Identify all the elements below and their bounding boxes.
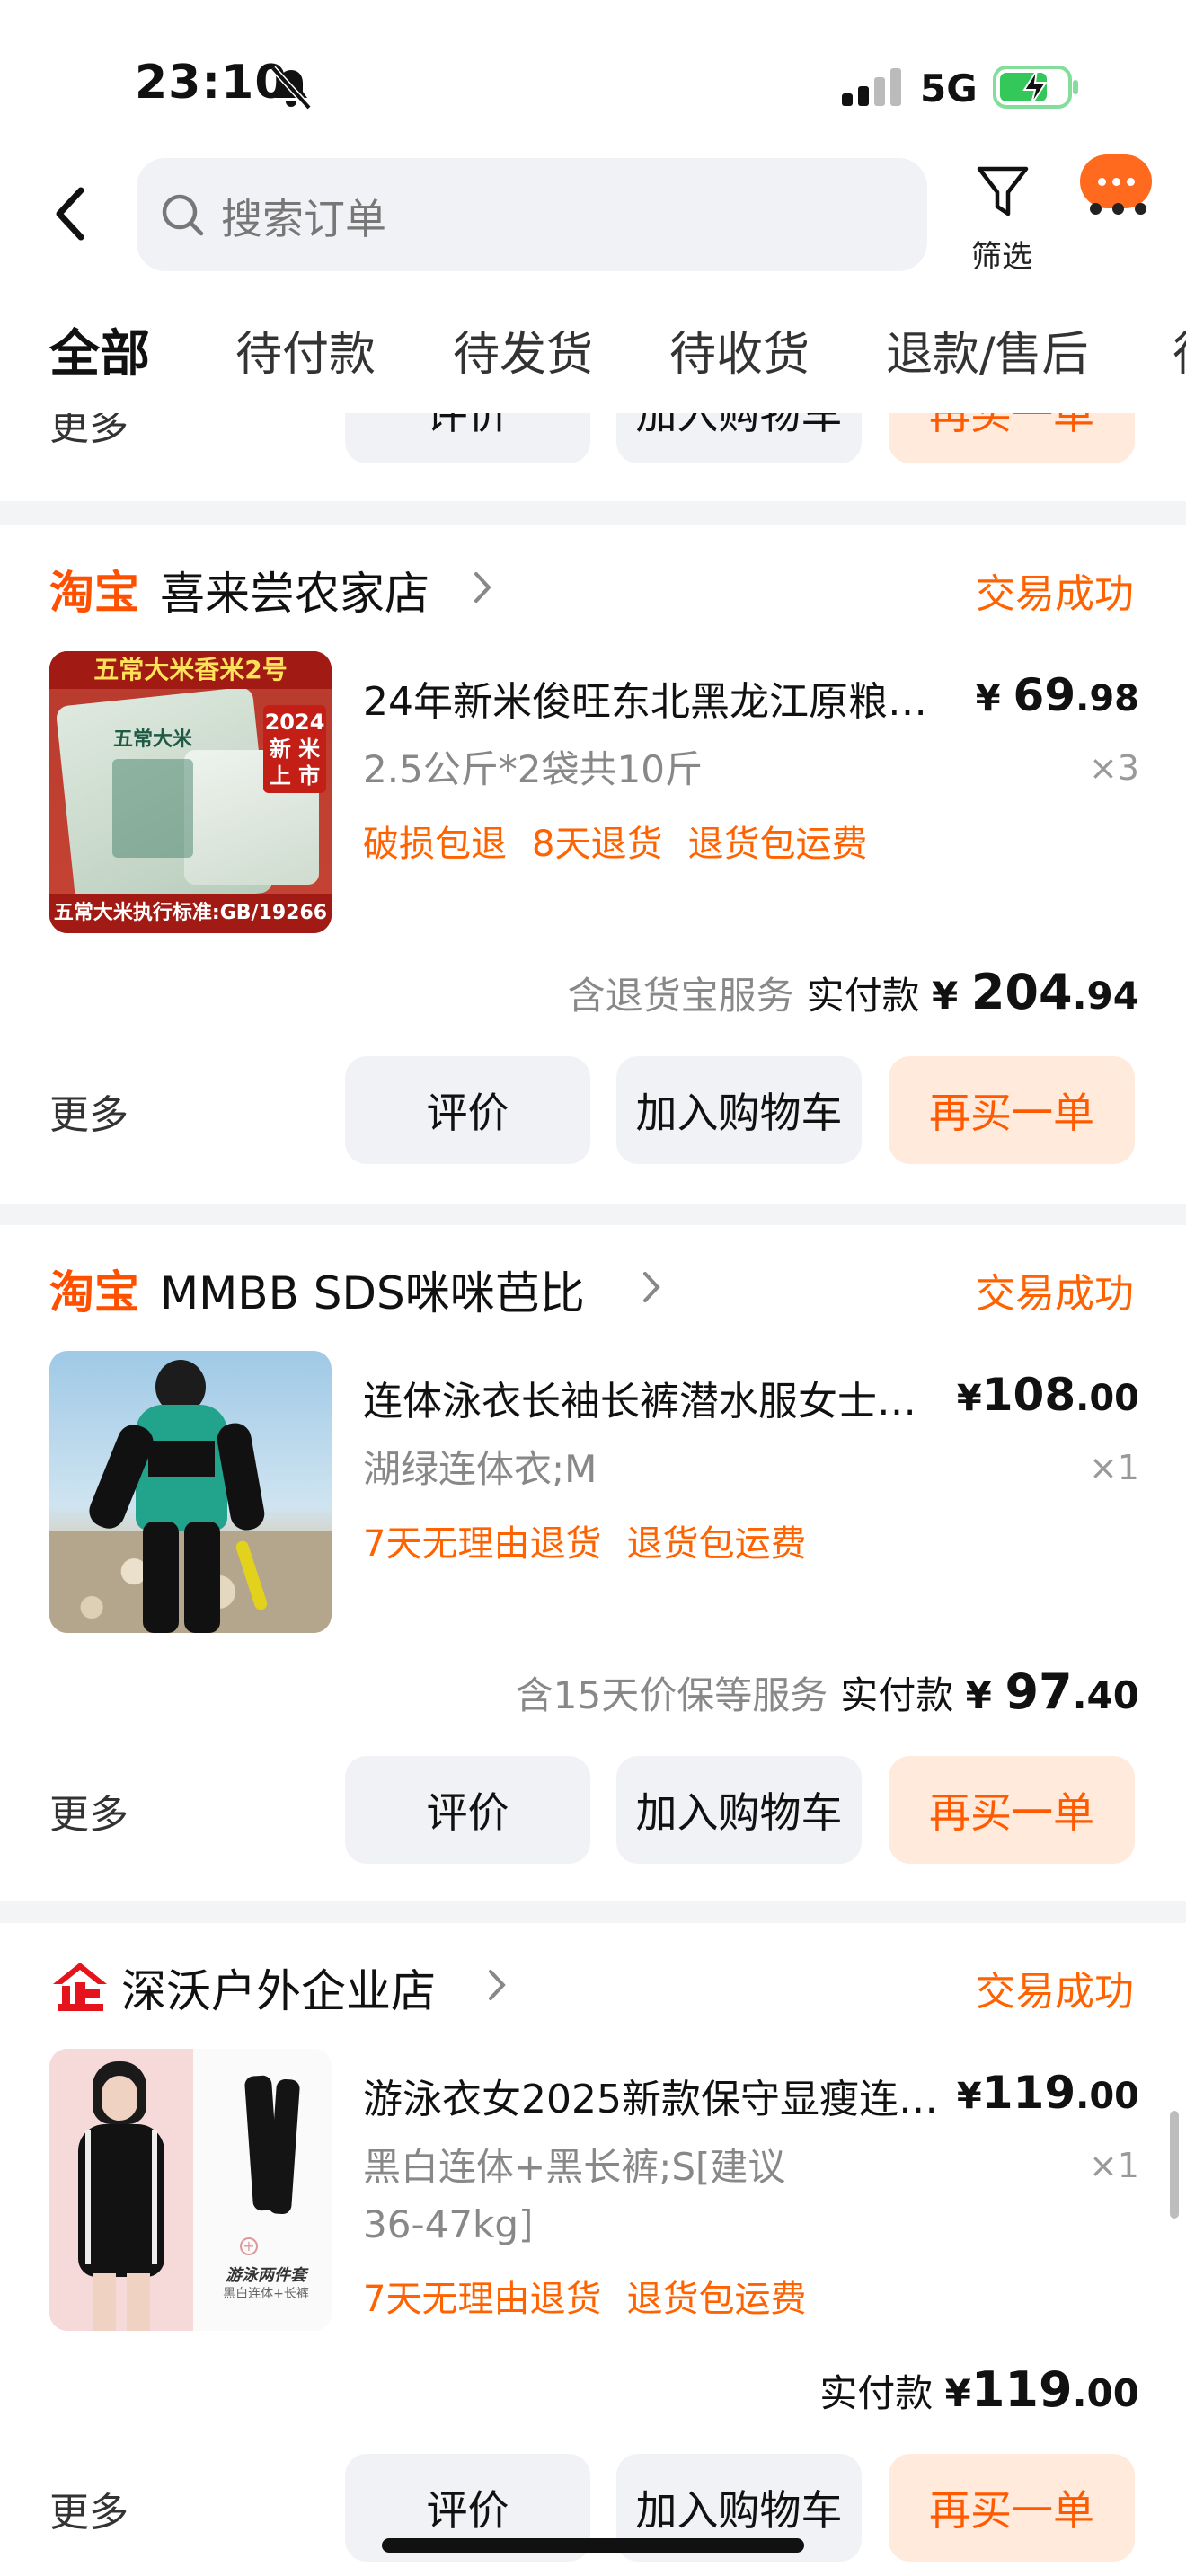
back-arrow-icon[interactable] xyxy=(45,178,99,250)
product-spec: 黑白连体+黑长裤;S[建议 36-47kg] xyxy=(363,2145,786,2246)
tab-overflow[interactable]: 待 xyxy=(1173,316,1186,384)
network-label: 5G xyxy=(920,66,978,110)
paid-amount: ¥ 204.94 xyxy=(932,964,1139,1020)
image-top-text: 五常大米香米2号 xyxy=(49,651,332,689)
order-total: 含退货宝服务 实付款 ¥ 204.94 xyxy=(568,964,1139,1020)
more-link[interactable]: 更多 xyxy=(49,1082,128,1140)
product-quantity: ×1 xyxy=(1088,2146,1139,2185)
order-status: 交易成功 xyxy=(976,1271,1134,1317)
product-title[interactable]: 游泳衣女2025新款保守显瘦连… xyxy=(363,2067,938,2124)
rebuy-button[interactable]: 再买一单 xyxy=(889,2454,1135,2562)
home-indicator[interactable] xyxy=(382,2538,804,2553)
paid-label: 实付款 xyxy=(819,2371,934,2415)
image-badge: 2024 新 米 上 市 xyxy=(263,705,326,793)
cellular-signal-icon xyxy=(842,68,901,106)
shop-name[interactable]: MMBB SDS咪咪芭比 xyxy=(160,1257,585,1322)
product-price: ¥108.00 xyxy=(956,1369,1139,1421)
clock: 23:10 xyxy=(135,56,288,110)
paid-amount: ¥119.00 xyxy=(944,2361,1139,2418)
product-quantity: ×1 xyxy=(1088,1448,1139,1487)
rebuy-button[interactable]: 再买一单 xyxy=(889,1756,1135,1864)
product-title[interactable]: 连体泳衣长袖长裤潜水服女士… xyxy=(363,1369,916,1426)
product-image[interactable]: 五常大米香米2号 2024 新 米 上 市 五常大米 五常大米执行标准:GB/1… xyxy=(49,651,332,933)
enterprise-store-icon xyxy=(53,1963,107,2011)
filter-icon[interactable] xyxy=(970,160,1035,225)
order-total: 含15天价保等服务 实付款 ¥ 97.40 xyxy=(516,1663,1139,1720)
more-dots-icon[interactable] xyxy=(1084,199,1153,217)
service-tag: 8天退货 xyxy=(532,824,663,865)
bag-label: 五常大米 xyxy=(112,728,192,751)
add-to-cart-button[interactable]: 加入购物车 xyxy=(616,1056,862,1164)
service-tag: 退货包运费 xyxy=(626,1523,807,1565)
order-total: 实付款 ¥119.00 xyxy=(807,2361,1139,2418)
shop-name[interactable]: 深沃户外企业店 xyxy=(121,1955,436,2020)
order-card: 淘宝 MMBB SDS咪咪芭比 交易成功 连体泳衣长袖长裤潜水服女士… ¥108… xyxy=(0,1225,1186,1901)
product-image[interactable]: + 游泳两件套 黑白连体+长裤 xyxy=(49,2049,332,2331)
tab-pending-shipment[interactable]: 待发货 xyxy=(453,316,593,384)
chevron-right-icon[interactable] xyxy=(640,1266,663,1308)
search-input[interactable]: 搜索订单 xyxy=(137,158,927,271)
service-note: 含15天价保等服务 xyxy=(515,1673,828,1717)
chevron-right-icon[interactable] xyxy=(471,567,494,608)
service-tags: 7天无理由退货 退货包运费 xyxy=(363,1514,831,1566)
product-title[interactable]: 24年新米俊旺东北黑龙江原粮… xyxy=(363,669,927,727)
rebuy-button[interactable]: 再买一单 xyxy=(889,1056,1135,1164)
search-placeholder: 搜索订单 xyxy=(221,195,386,243)
product-quantity: ×3 xyxy=(1088,748,1139,788)
service-tags: 破损包退 8天退货 退货包运费 xyxy=(363,815,892,867)
scrollbar[interactable] xyxy=(1170,2111,1179,2219)
order-card: 淘宝 喜来尝农家店 交易成功 五常大米香米2号 2024 新 米 上 市 五常大… xyxy=(0,525,1186,1204)
order-status: 交易成功 xyxy=(976,1969,1134,2015)
service-tag: 7天无理由退货 xyxy=(363,2279,602,2320)
mute-bell-icon xyxy=(270,66,312,110)
service-note: 含退货宝服务 xyxy=(567,974,794,1018)
more-link[interactable]: 更多 xyxy=(49,2480,128,2537)
taobao-logo: 淘宝 xyxy=(49,1266,139,1319)
image-bottom-text: 五常大米执行标准:GB/19266 xyxy=(49,894,332,933)
service-tag: 破损包退 xyxy=(363,824,507,865)
filter-label[interactable]: 筛选 xyxy=(961,232,1042,276)
taobao-logo: 淘宝 xyxy=(49,567,139,619)
product-price: ¥ 69.98 xyxy=(975,669,1139,721)
chevron-right-icon[interactable] xyxy=(485,1964,509,2006)
review-button[interactable]: 评价 xyxy=(345,1056,590,1164)
product-price: ¥119.00 xyxy=(956,2067,1139,2119)
tab-pending-payment[interactable]: 待付款 xyxy=(235,316,376,384)
search-icon xyxy=(162,194,204,236)
paid-amount: ¥ 97.40 xyxy=(965,1663,1139,1720)
order-card: 深沃户外企业店 交易成功 + 游泳两件套 黑白连体+长裤 游泳衣女2025新款保… xyxy=(0,1923,1186,2576)
service-tag: 7天无理由退货 xyxy=(363,1523,602,1565)
tab-refund[interactable]: 退款/售后 xyxy=(886,316,1089,384)
service-tag: 退货包运费 xyxy=(626,2279,807,2320)
service-tag: 退货包运费 xyxy=(687,824,868,865)
review-button[interactable]: 评价 xyxy=(345,1756,590,1864)
product-spec: 2.5公斤*2袋共10斤 xyxy=(363,747,703,791)
add-to-cart-button[interactable]: 加入购物车 xyxy=(616,1756,862,1864)
service-tags: 7天无理由退货 退货包运费 xyxy=(363,2270,831,2322)
more-link[interactable]: 更多 xyxy=(49,1782,128,1839)
paid-label: 实付款 xyxy=(806,974,920,1018)
battery-charging-icon xyxy=(993,66,1078,109)
image-caption: 游泳两件套 xyxy=(226,2266,306,2285)
product-spec: 湖绿连体衣;M xyxy=(363,1447,597,1491)
product-image[interactable] xyxy=(49,1351,332,1633)
tab-pending-receipt[interactable]: 待收货 xyxy=(669,316,810,384)
paid-label: 实付款 xyxy=(840,1673,954,1717)
image-caption-sub: 黑白连体+长裤 xyxy=(223,2287,309,2301)
top-bar: 23:10 5G 搜索订单 筛选 全部 待付款 待发货 待收货 退款/售后 xyxy=(0,0,1186,413)
order-status: 交易成功 xyxy=(976,571,1134,617)
shop-name[interactable]: 喜来尝农家店 xyxy=(160,558,429,622)
tab-all[interactable]: 全部 xyxy=(49,313,150,386)
